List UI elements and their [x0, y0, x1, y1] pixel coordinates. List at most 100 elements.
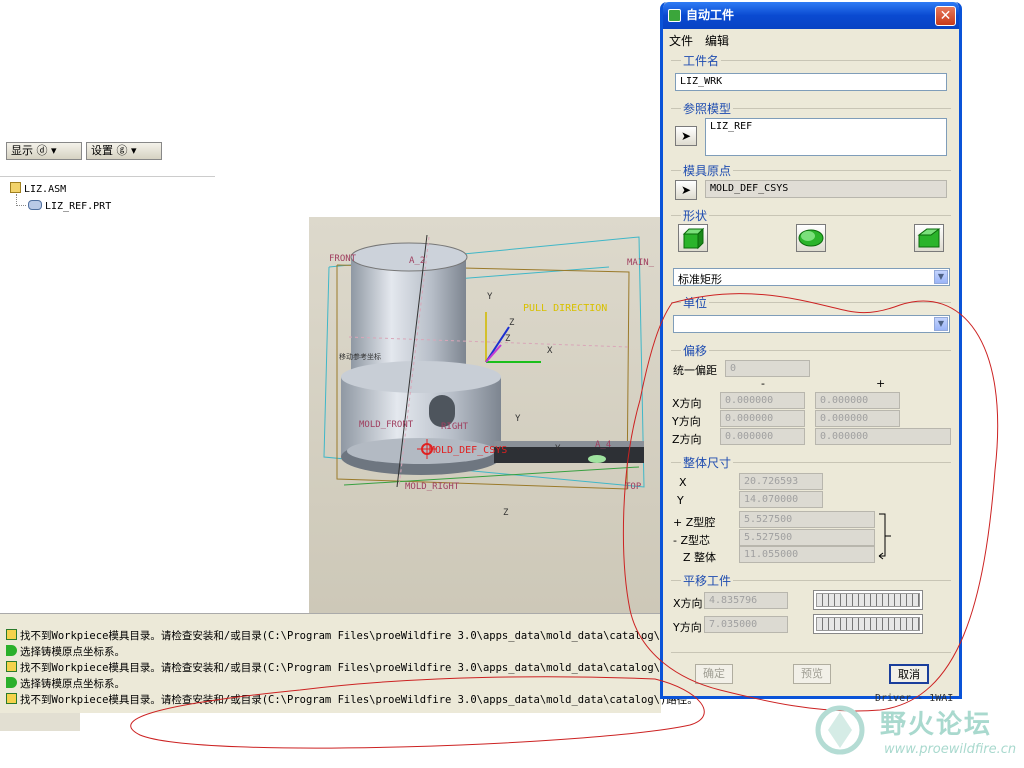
ref-model-list[interactable]: LIZ_REF	[705, 118, 947, 156]
ty-label: Y方向	[673, 621, 702, 634]
label-main: MAIN_	[627, 258, 655, 268]
prompt-arrow-icon	[6, 645, 17, 656]
message-line: 找不到Workpiece模具目录。请检查安装和/或目录(C:\Program F…	[6, 692, 698, 708]
label-pull-direction: PULL DIRECTION	[523, 303, 607, 314]
section-offset	[671, 350, 951, 351]
watermark-url: www.proewildfire.cn	[884, 742, 1017, 757]
warning-icon	[6, 629, 17, 640]
display-button[interactable]: 显示 ⓓ ▾	[6, 142, 82, 160]
minus-header: -	[761, 377, 765, 390]
model-view: FRONT MAIN_ A_2 PULL DIRECTION Y X Z Z 移…	[323, 234, 655, 518]
cylinder-shape-icon	[798, 229, 824, 247]
message-text: 选择铸模原点坐标系。	[20, 678, 125, 690]
label-y3: Y	[555, 444, 561, 454]
label-front: FRONT	[329, 254, 357, 264]
label-right: RIGHT	[441, 422, 469, 432]
z-cavity-input[interactable]: 5.527500	[739, 511, 875, 528]
tree-node-part[interactable]: LIZ_REF.PRT	[28, 200, 111, 214]
chevron-down-icon[interactable]: ▼	[934, 317, 948, 331]
dialog-title[interactable]: 自动工件	[663, 2, 959, 29]
ref-model-label: 参照模型	[681, 100, 734, 117]
ref-model-select-arrow[interactable]: ➤	[675, 126, 697, 146]
z-core-input[interactable]: 5.527500	[739, 529, 875, 546]
message-line: 选择铸模原点坐标系。	[6, 676, 125, 692]
dim-y-input[interactable]: 14.070000	[739, 491, 823, 508]
section-shape	[671, 215, 951, 216]
tree-connector	[16, 194, 26, 206]
z-minus-input[interactable]: 0.000000	[720, 428, 805, 445]
workpiece-name-label: 工件名	[681, 52, 722, 69]
y-minus-input[interactable]: 0.000000	[720, 410, 805, 427]
tree-divider	[0, 176, 215, 177]
dim-x-label: X	[679, 476, 687, 489]
cancel-button[interactable]: 取消	[889, 664, 929, 684]
forum-logo-icon	[815, 705, 865, 755]
label-z1: Z	[505, 334, 511, 344]
ty-input[interactable]: 7.035000	[704, 616, 788, 633]
x-plus-input[interactable]: 0.000000	[815, 392, 900, 409]
message-text: 选择铸模原点坐标系。	[20, 646, 125, 658]
label-z2: Z	[503, 508, 509, 518]
box-shape-icon	[682, 227, 705, 250]
dim-x-input[interactable]: 20.726593	[739, 473, 823, 490]
menu-edit[interactable]: 编辑	[705, 32, 729, 49]
label-y2: Y	[515, 414, 521, 424]
label-a4: A_4	[595, 440, 611, 450]
box-shape-button[interactable]	[678, 224, 708, 252]
label-csys: MOLD_DEF_CSYS	[429, 445, 507, 456]
watermark-title: 野火论坛	[880, 710, 993, 740]
tx-label: X方向	[673, 597, 703, 610]
x-direction-label: X方向	[672, 397, 702, 410]
ty-slider-track	[816, 617, 920, 631]
mold-origin-select-arrow[interactable]: ➤	[675, 180, 697, 200]
custom-shape-button[interactable]	[914, 224, 944, 252]
unit-dropdown[interactable]: ▼	[673, 315, 950, 333]
x-minus-input[interactable]: 0.000000	[720, 392, 805, 409]
tree-part-label: LIZ_REF.PRT	[45, 201, 112, 212]
z-total-label: Z 整体	[683, 551, 717, 564]
prompt-arrow-icon	[6, 677, 17, 688]
auto-workpiece-dialog: 自动工件 ✕ 文件 编辑 工件名 LIZ_WRK 参照模型 ➤ LIZ_REF …	[660, 2, 962, 699]
section-unit	[671, 302, 951, 303]
ok-button[interactable]: 确定	[695, 664, 733, 684]
warning-icon	[6, 661, 17, 672]
settings-button[interactable]: 设置 ⓖ ▾	[86, 142, 162, 160]
cylinder-shape-button[interactable]	[796, 224, 826, 252]
message-text: 找不到Workpiece模具目录。请检查安装和/或目录(C:\Program F…	[20, 694, 698, 706]
mold-origin-field[interactable]: MOLD_DEF_CSYS	[705, 180, 947, 198]
label-x: X	[547, 346, 553, 356]
plus-header: +	[876, 377, 886, 390]
menu-file[interactable]: 文件	[669, 32, 693, 49]
custom-shape-icon	[917, 228, 941, 248]
uniform-offset-input[interactable]: 0	[725, 360, 810, 377]
model-tree-toolbar: 显示 ⓓ ▾ 设置 ⓖ ▾	[0, 140, 215, 162]
label-top: TOP	[625, 482, 642, 492]
tx-slider-track	[816, 593, 920, 607]
dialog-app-icon	[668, 9, 681, 22]
label-mold-right: MOLD_RIGHT	[405, 482, 460, 492]
z-total-input[interactable]: 11.055000	[739, 546, 875, 563]
shape-dropdown[interactable]: 标准矩形 ▼	[673, 268, 950, 286]
label-mold-front: MOLD_FRONT	[359, 420, 414, 430]
graphics-window[interactable]: FRONT MAIN_ A_2 PULL DIRECTION Y X Z Z 移…	[309, 217, 661, 613]
preview-button[interactable]: 预览	[793, 664, 831, 684]
y-direction-label: Y方向	[672, 415, 701, 428]
ty-slider[interactable]	[813, 614, 923, 634]
part-icon	[28, 200, 42, 210]
sum-bracket-icon	[878, 513, 891, 560]
tx-slider[interactable]	[813, 590, 923, 610]
shape-dropdown-value: 标准矩形	[678, 273, 722, 286]
message-text: 找不到Workpiece模具目录。请检查安装和/或目录(C:\Program F…	[20, 662, 660, 674]
offset-label: 偏移	[681, 342, 710, 359]
message-line: 找不到Workpiece模具目录。请检查安装和/或目录(C:\Program F…	[6, 628, 660, 644]
z-plus-input[interactable]: 0.000000	[815, 428, 951, 445]
mold-origin-label: 模具原点	[681, 162, 734, 179]
workpiece-name-input[interactable]: LIZ_WRK	[675, 73, 947, 91]
z-direction-label: Z方向	[672, 433, 702, 446]
message-line: 找不到Workpiece模具目录。请检查安装和/或目录(C:\Program F…	[6, 660, 660, 676]
y-plus-input[interactable]: 0.000000	[815, 410, 900, 427]
chevron-down-icon[interactable]: ▼	[934, 270, 948, 284]
overall-size-label: 整体尺寸	[681, 454, 734, 471]
tx-input[interactable]: 4.835796	[704, 592, 788, 609]
close-button[interactable]: ✕	[935, 6, 956, 26]
